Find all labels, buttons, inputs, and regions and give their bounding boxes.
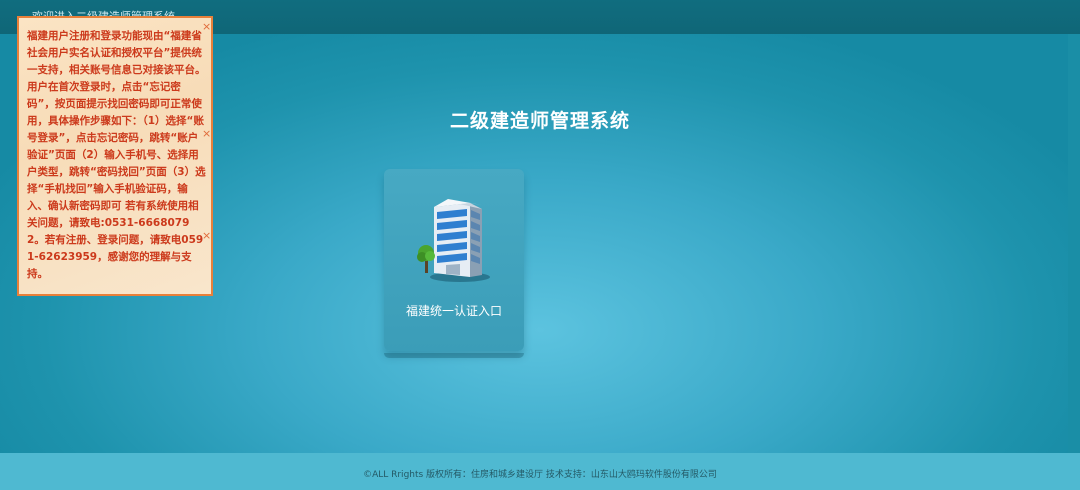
notice-text: 福建用户注册和登录功能现由“福建省社会用户实名认证和授权平台”提供统一支持，相关… [27, 30, 206, 280]
fujian-auth-entry-button[interactable]: 福建统一认证入口 [384, 169, 524, 358]
close-icon[interactable]: × [202, 21, 211, 32]
notice-popup: 福建用户注册和登录功能现由“福建省社会用户实名认证和授权平台”提供统一支持，相关… [17, 16, 213, 296]
right-edge-shade [1068, 34, 1080, 454]
footer: ©ALL Rrights 版权所有：住房和城乡建设厅 技术支持：山东山大鸥玛软件… [0, 453, 1080, 490]
entry-label: 福建统一认证入口 [405, 304, 502, 318]
close-icon[interactable]: × [202, 128, 211, 139]
page: 欢迎进入二级建造师管理系统 二级建造师管理系统 [0, 0, 1080, 490]
building-icon [417, 199, 490, 282]
footer-copyright: ©ALL Rrights 版权所有：住房和城乡建设厅 技术支持：山东山大鸥玛软件… [363, 470, 717, 480]
close-icon[interactable]: × [202, 230, 211, 241]
